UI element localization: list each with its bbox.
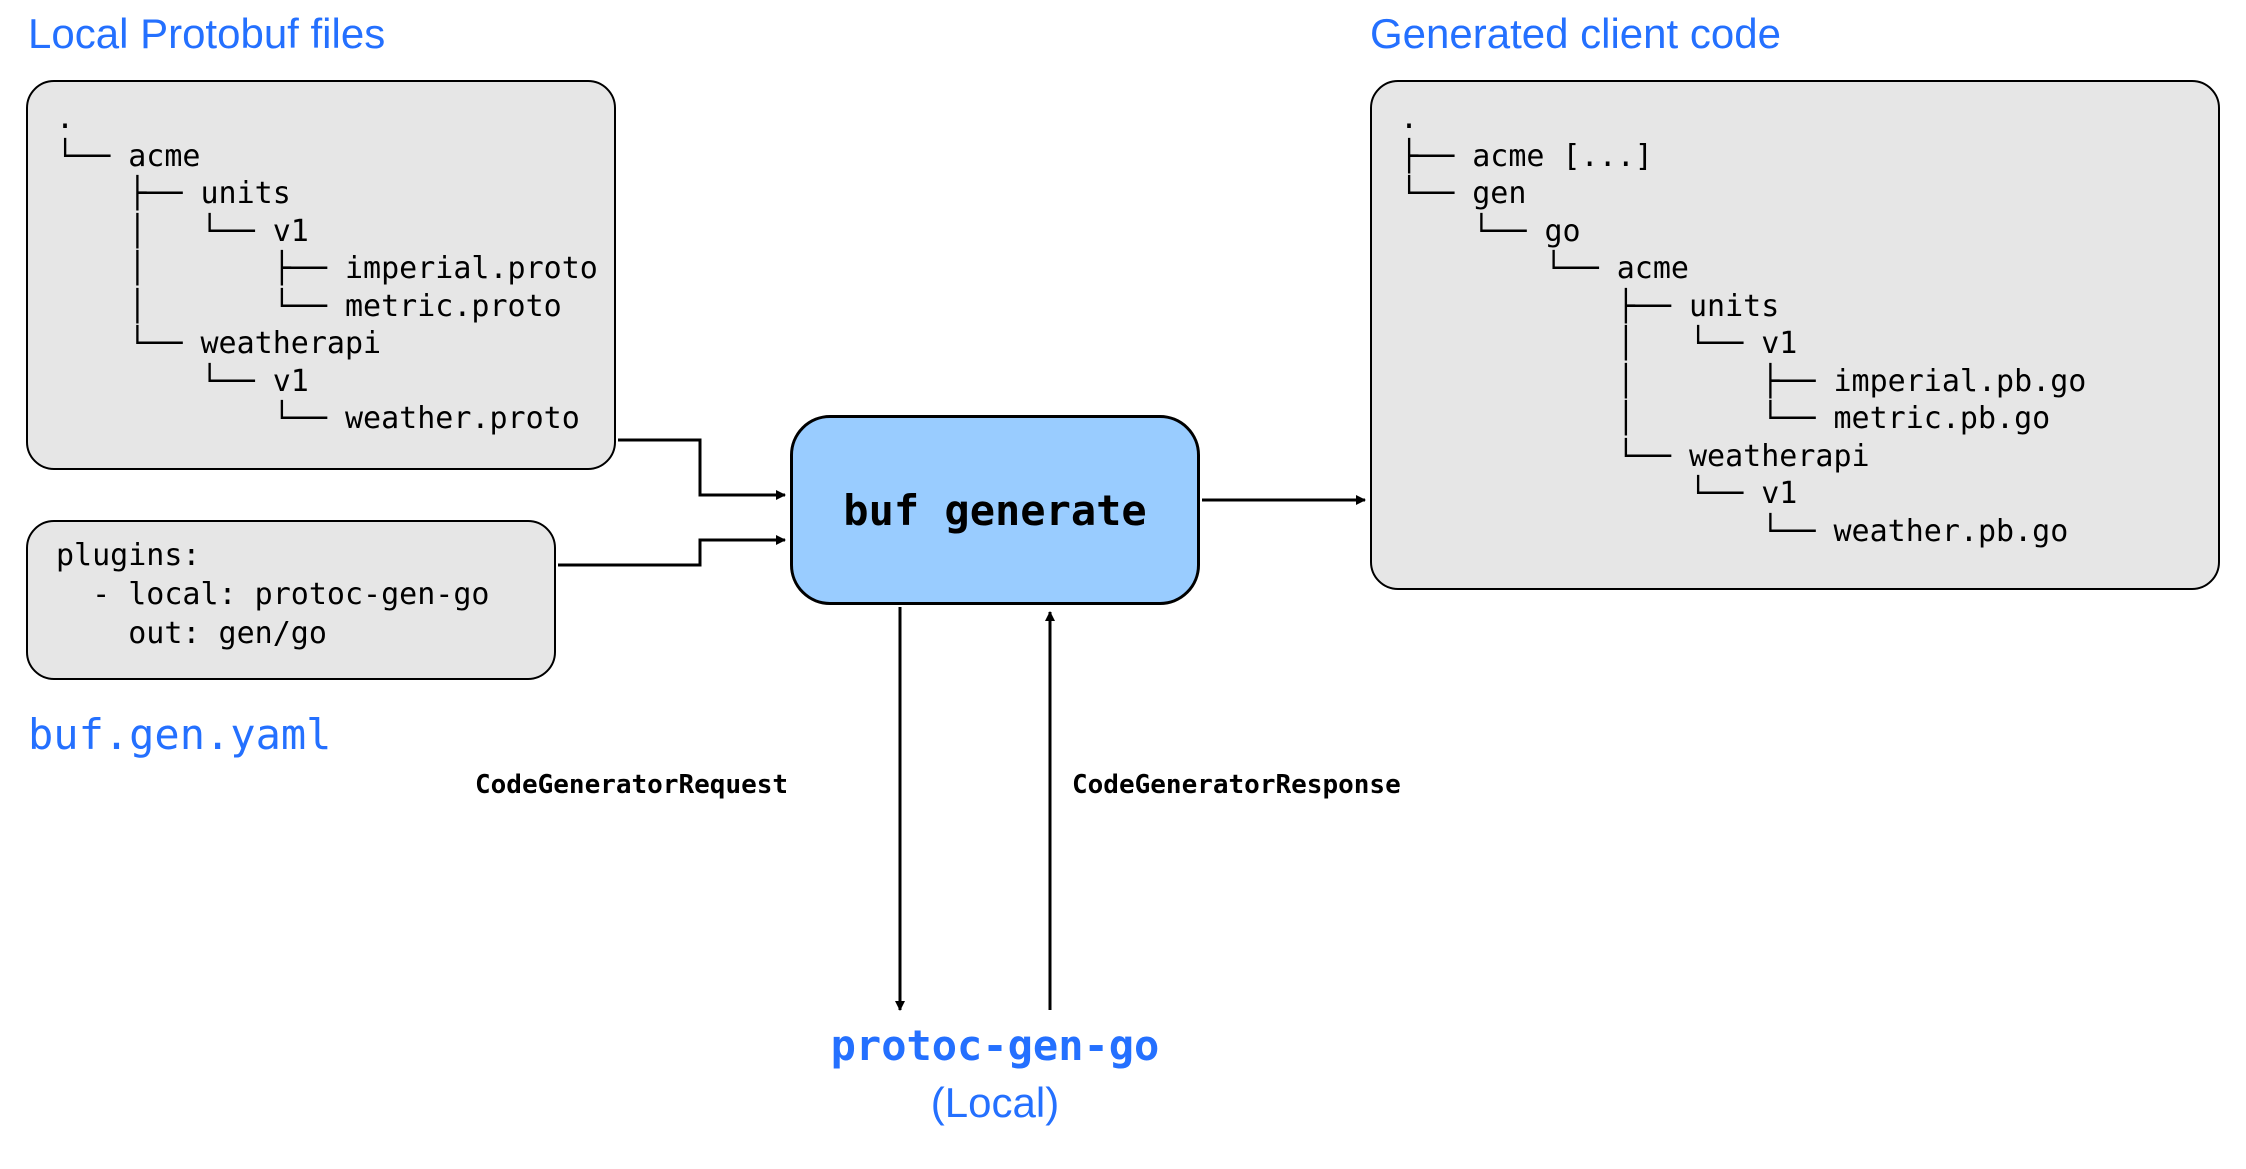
label-buf-generate: buf generate [843,486,1146,535]
label-codegen-response: CodeGeneratorResponse [1072,770,1401,800]
arrow-proto-to-generate [618,440,785,495]
box-buf-generate: buf generate [790,415,1200,605]
box-local-proto-tree: . └── acme ├── units │ └── v1 │ ├── impe… [26,80,616,470]
heading-local-protobuf: Local Protobuf files [28,10,385,58]
tree-generated: . ├── acme [...] └── gen └── go └── acme… [1400,100,2190,550]
label-codegen-request: CodeGeneratorRequest [475,770,788,800]
arrow-yaml-to-generate [558,540,785,565]
diagram-canvas: Local Protobuf files Generated client co… [0,0,2246,1169]
tree-local-proto: . └── acme ├── units │ └── v1 │ ├── impe… [56,100,586,438]
label-plugin-name: protoc-gen-go [790,1018,1200,1075]
heading-generated-code: Generated client code [1370,10,1781,58]
label-plugin: protoc-gen-go (Local) [790,1018,1200,1131]
heading-buf-gen-yaml: buf.gen.yaml [28,710,331,759]
yaml-content: plugins: - local: protoc-gen-go out: gen… [56,536,526,653]
box-generated-tree: . ├── acme [...] └── gen └── go └── acme… [1370,80,2220,590]
box-buf-gen-yaml: plugins: - local: protoc-gen-go out: gen… [26,520,556,680]
label-plugin-where: (Local) [790,1075,1200,1132]
